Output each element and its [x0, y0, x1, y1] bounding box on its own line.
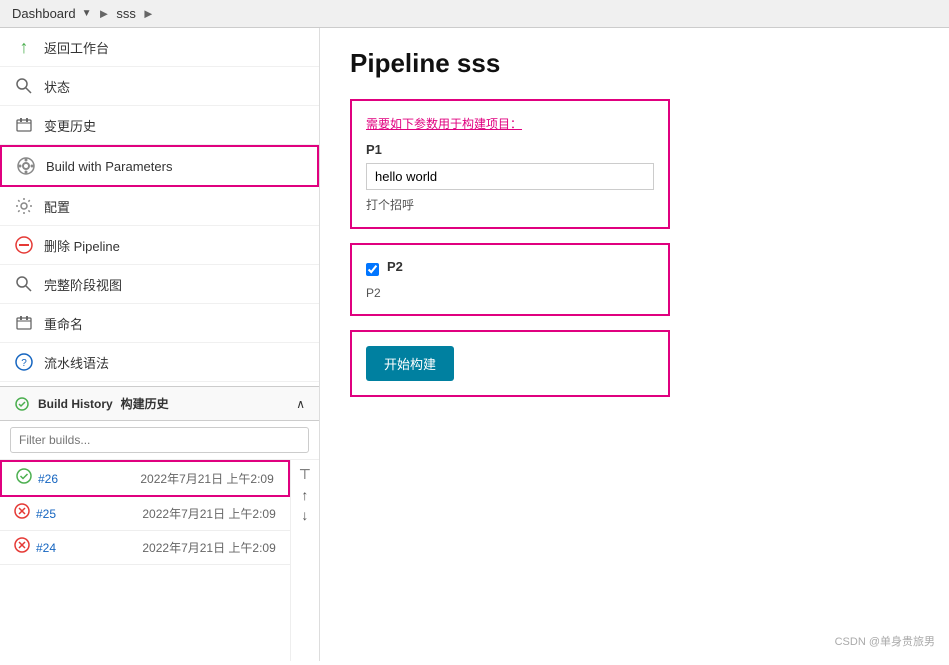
build-list-row: #26 2022年7月21日 上午2:09 #25 2022年7月21日 上午2… [0, 460, 319, 661]
param-p2-section: P2 P2 [350, 243, 670, 316]
sidebar-item-build-with-parameters[interactable]: Build with Parameters [0, 145, 319, 187]
param-hint: 需要如下参数用于构建项目： [366, 115, 654, 132]
main-content: Pipeline sss 需要如下参数用于构建项目： P1 打个招呼 P2 P2… [320, 28, 949, 661]
sidebar-item-rename[interactable]: 重命名 [0, 304, 319, 343]
sidebar-item-label-return: 返回工作台 [44, 38, 109, 57]
sidebar-item-label-build-params: Build with Parameters [46, 159, 172, 174]
breadcrumb: Dashboard ▼ ► sss ► [0, 0, 949, 28]
watermark: CSDN @单身贵旅男 [835, 633, 935, 649]
search-icon [14, 76, 34, 96]
sidebar-item-full-stage-view[interactable]: 完整阶段视图 [0, 265, 319, 304]
sidebar-item-label-pipeline-syntax: 流水线语法 [44, 353, 109, 372]
build-24-num: #24 [36, 541, 56, 555]
build-26-num: #26 [38, 472, 58, 486]
p2-desc: P2 [366, 286, 654, 300]
build-item-24[interactable]: #24 2022年7月21日 上午2:09 [0, 531, 290, 565]
filter-input-wrapper [0, 421, 319, 460]
build-26-date: 2022年7月21日 上午2:09 [140, 470, 273, 487]
rename-icon [14, 313, 34, 333]
breadcrumb-dropdown-icon[interactable]: ▼ [82, 8, 92, 19]
sidebar-item-delete-pipeline[interactable]: 删除 Pipeline [0, 226, 319, 265]
sidebar-item-return-workspace[interactable]: ↑ 返回工作台 [0, 28, 319, 67]
sidebar-item-change-history[interactable]: 变更历史 [0, 106, 319, 145]
scroll-up-button[interactable]: ↑ [297, 485, 312, 505]
sidebar-item-pipeline-syntax[interactable]: ? 流水线语法 [0, 343, 319, 382]
build-history-chevron[interactable]: ∧ [296, 397, 305, 411]
breadcrumb-sep2: ► [142, 6, 155, 21]
build-icon [16, 156, 36, 176]
build-24-date: 2022年7月21日 上午2:09 [142, 539, 275, 556]
scroll-to-top-button[interactable]: ⊤ [295, 464, 315, 485]
return-icon: ↑ [14, 37, 34, 57]
stages-icon [14, 274, 34, 294]
build-25-num: #25 [36, 507, 56, 521]
history-icon [14, 115, 34, 135]
p2-label: P2 [387, 259, 403, 274]
sidebar-item-label-stages: 完整阶段视图 [44, 275, 122, 294]
pipeline-icon: ? [14, 352, 34, 372]
build-list: #26 2022年7月21日 上午2:09 #25 2022年7月21日 上午2… [0, 460, 290, 661]
start-build-button[interactable]: 开始构建 [366, 346, 454, 381]
breadcrumb-sep1: ► [98, 6, 111, 21]
sidebar-item-label-change-history: 变更历史 [44, 116, 96, 135]
p1-label: P1 [366, 142, 654, 157]
build-button-section: 开始构建 [350, 330, 670, 397]
sidebar-item-label-rename: 重命名 [44, 314, 83, 333]
filter-builds-input[interactable] [10, 427, 309, 453]
p2-checkbox[interactable] [366, 263, 379, 276]
p1-desc: 打个招呼 [366, 196, 654, 213]
build-26-status-icon [16, 468, 32, 489]
sidebar-item-label-status: 状态 [44, 77, 70, 96]
breadcrumb-dashboard[interactable]: Dashboard [12, 6, 76, 21]
breadcrumb-sss[interactable]: sss [116, 6, 136, 21]
build-item-26[interactable]: #26 2022年7月21日 上午2:09 [0, 460, 290, 497]
p1-input[interactable] [366, 163, 654, 190]
svg-text:?: ? [21, 358, 27, 369]
build-item-25[interactable]: #25 2022年7月21日 上午2:09 [0, 497, 290, 531]
build-list-scroll-controls: ⊤ ↑ ↓ [290, 460, 319, 661]
scroll-down-button[interactable]: ↓ [297, 505, 312, 525]
param-p1-section: 需要如下参数用于构建项目： P1 打个招呼 [350, 99, 670, 229]
build-history-title-cn: 构建历史 [121, 395, 169, 412]
sidebar-item-label-delete: 删除 Pipeline [44, 236, 120, 255]
config-icon [14, 196, 34, 216]
sidebar: ↑ 返回工作台 状态 变更历史 [0, 28, 320, 661]
page-title: Pipeline sss [350, 48, 919, 79]
sidebar-item-label-config: 配置 [44, 197, 70, 216]
build-25-date: 2022年7月21日 上午2:09 [142, 505, 275, 522]
build-history-header: Build History 构建历史 ∧ [0, 386, 319, 421]
sidebar-item-status[interactable]: 状态 [0, 67, 319, 106]
build-24-status-icon [14, 537, 30, 558]
build-history-icon [14, 396, 30, 412]
sidebar-item-config[interactable]: 配置 [0, 187, 319, 226]
build-25-status-icon [14, 503, 30, 524]
delete-icon [14, 235, 34, 255]
build-history-title: Build History [38, 397, 113, 411]
